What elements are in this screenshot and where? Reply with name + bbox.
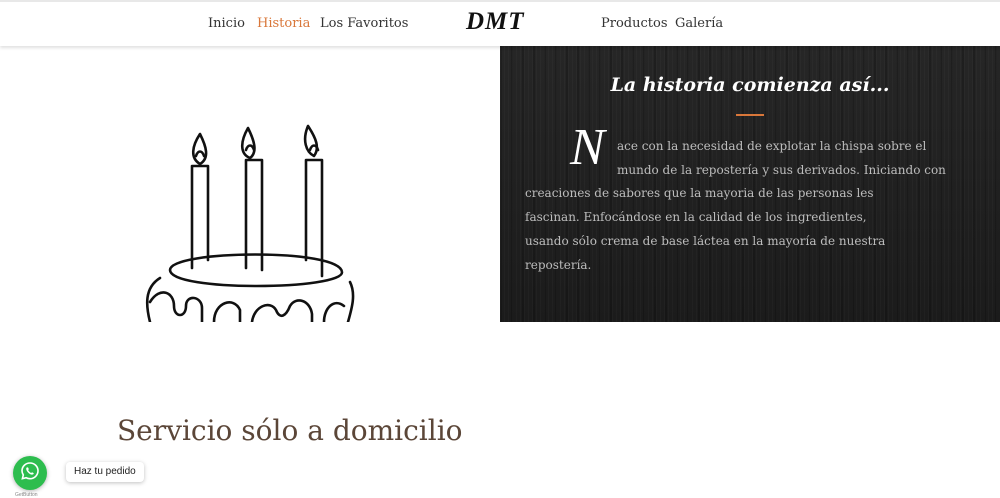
brand-logo[interactable]: DMT	[466, 8, 525, 36]
story-line: mundo de la repostería y sus derivados. …	[617, 162, 946, 177]
story-panel: La historia comienza así... N ace con la…	[500, 46, 1000, 322]
nav-link-historia[interactable]: Historia	[257, 16, 310, 31]
getbutton-credit[interactable]: GetButton	[15, 492, 38, 498]
nav-link-galeria[interactable]: Galería	[675, 16, 723, 31]
story-line: fascinan. Enfocándose en la calidad de l…	[525, 210, 867, 225]
whatsapp-tooltip[interactable]: Haz tu pedido	[66, 462, 144, 482]
service-heading: Servicio sólo a domicilio	[117, 414, 463, 447]
nav-link-productos[interactable]: Productos	[601, 16, 668, 31]
whatsapp-icon	[20, 461, 40, 485]
top-navigation: Inicio Historia Los Favoritos DMT Produc…	[0, 0, 1000, 46]
story-line: ace con la necesidad de explotar la chis…	[617, 139, 927, 153]
title-underline	[736, 114, 764, 116]
whatsapp-button[interactable]	[13, 456, 47, 490]
story-line: repostería.	[525, 257, 592, 272]
cake-candles-illustration	[130, 110, 370, 324]
story-line: creaciones de sabores que la mayoria de …	[525, 186, 874, 201]
story-title: La historia comienza así...	[610, 74, 890, 96]
nav-link-los-favoritos[interactable]: Los Favoritos	[320, 16, 408, 31]
story-text: ace con la necesidad de explotar la chis…	[525, 135, 946, 277]
nav-link-inicio[interactable]: Inicio	[208, 16, 245, 31]
story-line: usando sólo crema de base láctea en la m…	[525, 233, 886, 248]
